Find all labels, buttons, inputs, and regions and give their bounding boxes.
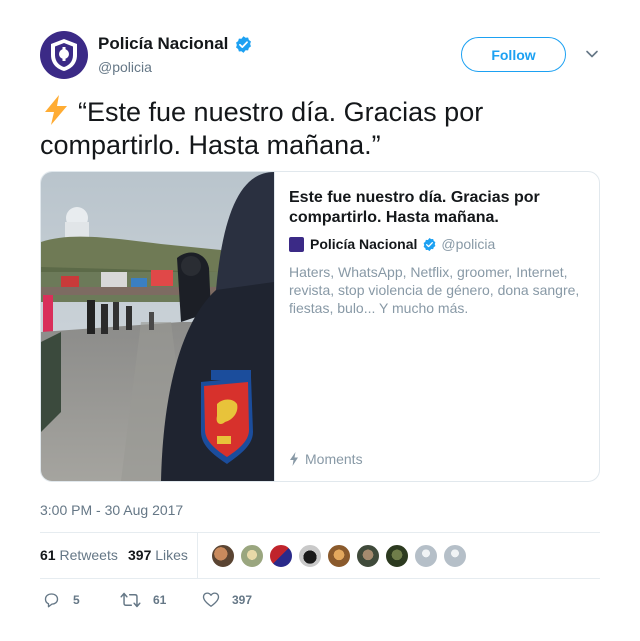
verified-icon bbox=[424, 237, 436, 251]
reply-count: 5 bbox=[73, 593, 80, 607]
tweet-text: “Este fue nuestro día. Gracias por compa… bbox=[40, 94, 600, 162]
tweet-actions: 5 61 397 bbox=[40, 591, 340, 613]
like-count: 397 bbox=[232, 592, 253, 607]
liker-avatar[interactable] bbox=[356, 544, 380, 568]
like-button[interactable]: 397 bbox=[202, 591, 252, 608]
like-icon bbox=[202, 592, 220, 607]
liker-avatar[interactable] bbox=[385, 544, 409, 568]
likes-stat[interactable]: 397 Likes bbox=[128, 547, 188, 563]
follow-button[interactable]: Follow bbox=[461, 37, 566, 72]
tweet-body: “Este fue nuestro día. Gracias por compa… bbox=[40, 97, 484, 160]
retweet-button[interactable]: 61 bbox=[120, 591, 166, 609]
moments-icon bbox=[290, 452, 298, 466]
chevron-down-icon[interactable] bbox=[584, 46, 600, 62]
card-author-name: Policía Nacional bbox=[310, 236, 418, 252]
author-name[interactable]: Policía Nacional bbox=[98, 34, 228, 54]
liker-avatar[interactable] bbox=[298, 544, 322, 568]
avatar[interactable] bbox=[40, 31, 88, 79]
card-author-handle: @policia bbox=[441, 236, 496, 252]
author-name-row[interactable]: Policía Nacional bbox=[98, 34, 253, 54]
lightning-icon bbox=[45, 95, 67, 125]
liker-avatar[interactable] bbox=[327, 544, 351, 568]
liker-avatar[interactable] bbox=[211, 544, 235, 568]
police-badge-icon bbox=[51, 39, 77, 71]
liker-avatar[interactable] bbox=[414, 544, 438, 568]
card-avatar bbox=[289, 236, 304, 252]
verified-icon bbox=[236, 35, 252, 53]
author-handle[interactable]: @policia bbox=[98, 59, 152, 75]
card-footer: Moments bbox=[289, 451, 363, 467]
moment-card[interactable]: Este fue nuestro día. Gracias por compar… bbox=[40, 171, 600, 482]
tweet-timestamp[interactable]: 3:00 PM - 30 Aug 2017 bbox=[40, 502, 183, 518]
card-image bbox=[41, 172, 274, 481]
retweets-label: Retweets bbox=[59, 547, 118, 563]
retweet-count: 61 bbox=[153, 593, 167, 607]
liker-avatar[interactable] bbox=[269, 544, 293, 568]
retweets-count: 61 bbox=[40, 547, 56, 563]
likes-label: Likes bbox=[155, 547, 188, 563]
stats-divider bbox=[197, 533, 198, 579]
tweet-stats: 61 Retweets 397 Likes bbox=[40, 532, 600, 579]
likes-count: 397 bbox=[128, 547, 152, 563]
reply-button[interactable]: 5 bbox=[42, 591, 80, 609]
retweets-stat[interactable]: 61 Retweets bbox=[40, 547, 118, 563]
card-footer-label: Moments bbox=[305, 451, 363, 467]
card-description: Haters, WhatsApp, Netflix, groomer, Inte… bbox=[289, 264, 580, 316]
liker-avatars bbox=[211, 544, 472, 568]
card-title[interactable]: Este fue nuestro día. Gracias por compar… bbox=[289, 188, 559, 228]
card-body[interactable]: Este fue nuestro día. Gracias por compar… bbox=[274, 172, 599, 481]
card-author[interactable]: Policía Nacional @policia bbox=[289, 236, 495, 252]
retweet-icon bbox=[120, 592, 141, 608]
reply-icon bbox=[44, 593, 59, 608]
liker-avatar[interactable] bbox=[443, 544, 467, 568]
liker-avatar[interactable] bbox=[240, 544, 264, 568]
